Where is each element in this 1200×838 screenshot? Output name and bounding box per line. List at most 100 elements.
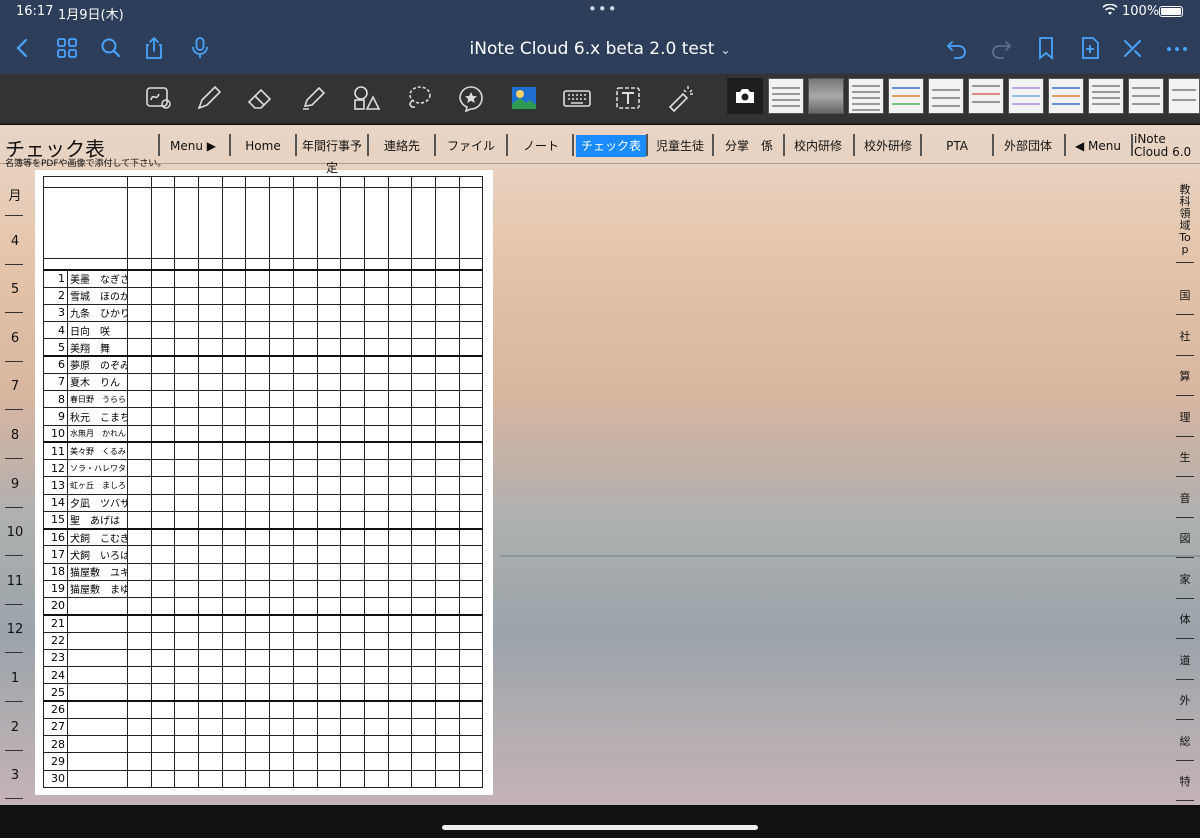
subject-link[interactable]: 特 — [1170, 776, 1200, 788]
check-cell[interactable] — [340, 303, 365, 323]
header-cell[interactable] — [434, 258, 460, 271]
check-cell[interactable] — [174, 372, 200, 392]
check-cell[interactable] — [150, 666, 176, 685]
check-cell[interactable] — [411, 666, 436, 685]
check-cell[interactable] — [458, 407, 484, 426]
check-cell[interactable] — [127, 597, 152, 616]
check-cell[interactable] — [150, 717, 176, 737]
check-cell[interactable] — [387, 562, 413, 581]
check-cell[interactable] — [458, 735, 484, 754]
check-cell[interactable] — [387, 321, 413, 340]
check-cell[interactable] — [245, 390, 271, 409]
check-cell[interactable] — [198, 666, 223, 685]
check-cell[interactable] — [387, 303, 413, 323]
menu-item-7[interactable]: 児童生徒 — [651, 135, 709, 157]
check-cell[interactable] — [150, 648, 176, 668]
check-cell[interactable] — [316, 390, 342, 409]
header-cell[interactable] — [363, 258, 389, 271]
subject-link[interactable]: 社 — [1170, 330, 1200, 343]
check-cell[interactable] — [340, 735, 365, 754]
check-cell[interactable] — [316, 476, 342, 495]
menu-item-11[interactable]: PTA — [925, 135, 989, 157]
check-cell[interactable] — [316, 545, 342, 564]
check-cell[interactable] — [363, 683, 389, 702]
check-cell[interactable] — [174, 407, 200, 426]
month-label[interactable]: 8 — [0, 428, 30, 443]
check-cell[interactable] — [363, 321, 389, 340]
check-cell[interactable] — [434, 476, 460, 495]
check-cell[interactable] — [269, 579, 294, 599]
check-cell[interactable] — [221, 631, 247, 650]
subject-link[interactable]: 道 — [1170, 654, 1200, 667]
check-cell[interactable] — [363, 476, 389, 495]
menu-item-8[interactable]: 分掌 係 — [717, 135, 781, 157]
check-cell[interactable] — [150, 390, 176, 409]
check-cell[interactable] — [458, 286, 484, 305]
check-cell[interactable] — [150, 321, 176, 340]
check-cell[interactable] — [150, 735, 176, 754]
bookmark-icon[interactable] — [1033, 36, 1059, 60]
check-cell[interactable] — [127, 579, 152, 599]
check-cell[interactable] — [387, 613, 413, 633]
page-thumbnail[interactable] — [808, 78, 844, 114]
check-cell[interactable] — [292, 372, 318, 392]
menu-item-9[interactable]: 校内研修 — [789, 135, 847, 157]
check-cell[interactable] — [387, 769, 413, 789]
check-cell[interactable] — [458, 372, 484, 392]
check-cell[interactable] — [363, 493, 389, 512]
check-cell[interactable] — [174, 700, 200, 719]
check-cell[interactable] — [316, 648, 342, 668]
page-thumbnail[interactable] — [928, 78, 964, 114]
check-cell[interactable] — [434, 355, 460, 374]
menu-item-13[interactable]: ◀ Menu — [1069, 135, 1127, 157]
header-cell[interactable] — [198, 175, 223, 189]
check-cell[interactable] — [411, 613, 436, 633]
check-cell[interactable] — [127, 717, 152, 737]
check-cell[interactable] — [458, 597, 484, 616]
check-cell[interactable] — [458, 527, 484, 547]
check-cell[interactable] — [198, 321, 223, 340]
document-title[interactable]: iNote Cloud 6.x beta 2.0 test ⌄ — [0, 39, 1200, 59]
check-cell[interactable] — [269, 527, 294, 547]
check-cell[interactable] — [127, 769, 152, 789]
check-cell[interactable] — [198, 717, 223, 737]
header-cell[interactable] — [458, 175, 484, 189]
check-cell[interactable] — [387, 441, 413, 461]
check-cell[interactable] — [340, 648, 365, 668]
check-cell[interactable] — [387, 338, 413, 357]
check-cell[interactable] — [458, 355, 484, 374]
month-label[interactable]: 3 — [0, 768, 30, 783]
header-cell[interactable] — [387, 187, 413, 260]
check-cell[interactable] — [269, 769, 294, 789]
header-cell[interactable] — [198, 258, 223, 271]
check-cell[interactable] — [363, 735, 389, 754]
header-cell[interactable] — [43, 187, 128, 260]
header-cell[interactable] — [150, 187, 176, 260]
check-cell[interactable] — [363, 268, 389, 288]
check-cell[interactable] — [269, 752, 294, 771]
check-cell[interactable] — [340, 579, 365, 599]
check-cell[interactable] — [127, 683, 152, 702]
subject-link[interactable]: 家 — [1170, 573, 1200, 586]
check-cell[interactable] — [221, 510, 247, 530]
check-cell[interactable] — [127, 338, 152, 357]
check-cell[interactable] — [127, 268, 152, 288]
check-cell[interactable] — [387, 390, 413, 409]
check-cell[interactable] — [292, 303, 318, 323]
check-cell[interactable] — [269, 459, 294, 478]
check-cell[interactable] — [387, 700, 413, 719]
check-cell[interactable] — [174, 424, 200, 443]
menu-item-3[interactable]: 連絡先 — [373, 135, 431, 157]
header-cell[interactable] — [174, 187, 200, 260]
check-cell[interactable] — [387, 717, 413, 737]
check-cell[interactable] — [127, 321, 152, 340]
check-cell[interactable] — [150, 268, 176, 288]
check-cell[interactable] — [363, 562, 389, 581]
check-cell[interactable] — [198, 338, 223, 357]
check-cell[interactable] — [174, 527, 200, 547]
check-cell[interactable] — [387, 527, 413, 547]
check-cell[interactable] — [316, 752, 342, 771]
check-cell[interactable] — [434, 441, 460, 461]
header-cell[interactable] — [458, 187, 484, 260]
subject-link[interactable]: 総 — [1170, 735, 1200, 748]
